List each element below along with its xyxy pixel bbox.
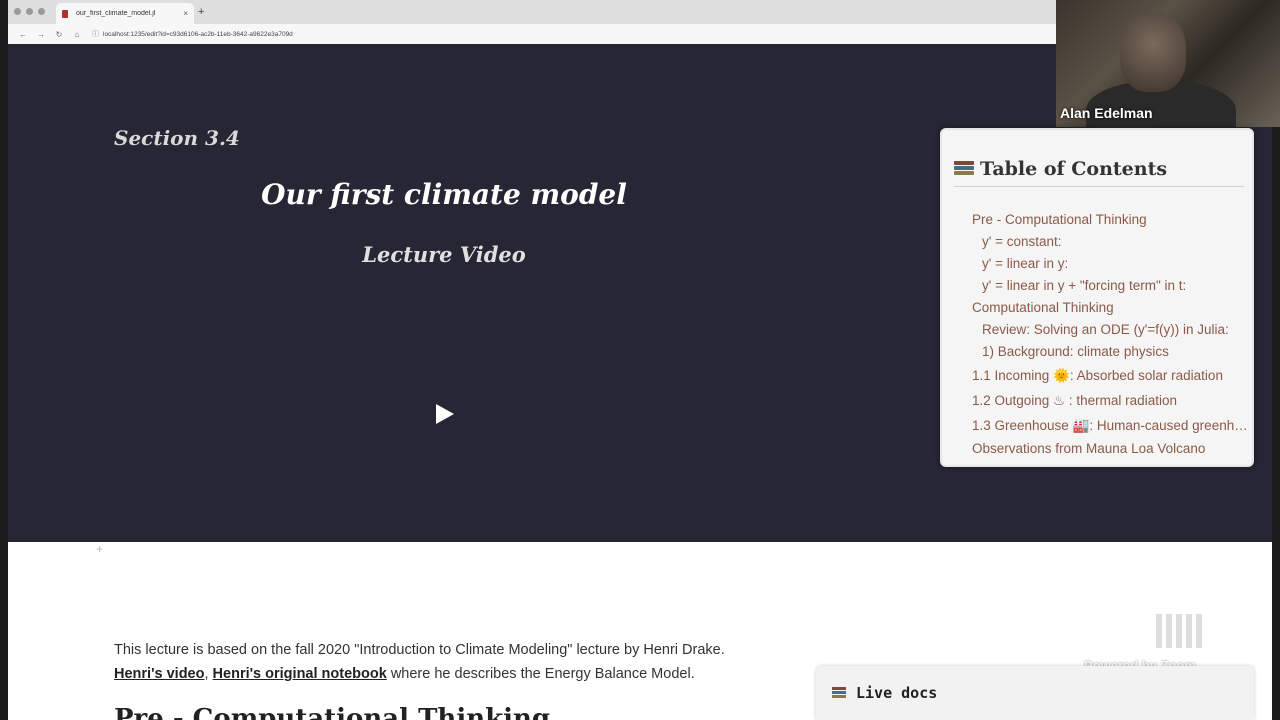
toc-item[interactable]: 1) Background: climate physics	[972, 341, 1248, 363]
toc-list: Pre - Computational Thinking y' = constan…	[972, 209, 1248, 460]
home-icon[interactable]: ⌂	[68, 30, 86, 39]
books-icon	[954, 161, 974, 177]
pluto-favicon-icon	[62, 9, 68, 18]
maximize-window-button[interactable]	[38, 8, 45, 15]
toc-header: Table of Contents	[954, 158, 1244, 187]
link-separator: ,	[204, 666, 213, 682]
toc-item[interactable]: Observations from Mauna Loa Volcano	[972, 438, 1248, 460]
url-text[interactable]: localhost:1235/edit?id=c93d6106-ac2b-11e…	[103, 31, 293, 38]
forward-icon[interactable]: →	[32, 30, 50, 39]
play-icon[interactable]	[436, 404, 454, 424]
link-suffix: where he describes the Energy Balance Mo…	[386, 666, 695, 682]
henri-video-link[interactable]: Henri's video	[114, 666, 204, 682]
mit-logo-icon	[1156, 614, 1202, 648]
participant-name: Alan Edelman	[1060, 105, 1153, 121]
toc-item[interactable]: Review: Solving an ODE (y'=f(y)) in Juli…	[972, 319, 1248, 341]
toc-item[interactable]: Computational Thinking	[972, 297, 1248, 319]
tab-strip: our_first_climate_model.jl × +	[8, 0, 1056, 24]
toc-item[interactable]: 1.1 Incoming 🌞: Absorbed solar radiation	[972, 363, 1248, 388]
toc-item[interactable]: y' = linear in y:	[972, 253, 1248, 275]
henri-notebook-link[interactable]: Henri's original notebook	[213, 666, 387, 682]
webcam-video: Alan Edelman	[1056, 0, 1280, 127]
live-docs-toggle[interactable]: Live docs	[832, 684, 937, 702]
new-tab-button[interactable]: +	[198, 6, 204, 18]
back-icon[interactable]: ←	[14, 30, 32, 39]
window-controls	[14, 8, 45, 15]
toc-item[interactable]: 1.3 Greenhouse 🏭: Human-caused greenhous…	[972, 413, 1248, 438]
presenter-head	[1120, 12, 1186, 92]
section-label: Section 3.4	[114, 126, 240, 150]
info-icon: ⓘ	[92, 31, 99, 38]
table-of-contents: Table of Contents Pre - Computational Th…	[940, 128, 1254, 467]
toc-title: Table of Contents	[980, 158, 1168, 180]
page-subtitle: Lecture Video	[362, 242, 526, 267]
section-heading: Pre - Computational Thinking	[114, 704, 551, 720]
toc-item[interactable]: Pre - Computational Thinking	[972, 209, 1248, 231]
live-docs-panel[interactable]: Live docs	[816, 666, 1254, 720]
toc-item[interactable]: y' = constant:	[972, 231, 1248, 253]
address-bar[interactable]: ⓘ localhost:1235/edit?id=c93d6106-ac2b-1…	[92, 29, 293, 39]
browser-tab[interactable]: our_first_climate_model.jl ×	[56, 3, 194, 24]
live-docs-label: Live docs	[856, 684, 938, 702]
browser-window: our_first_climate_model.jl × + ← → ↻ ⌂ ⓘ…	[8, 0, 1056, 44]
links-paragraph: Henri's video, Henri's original notebook…	[114, 666, 695, 682]
browser-toolbar: ← → ↻ ⌂ ⓘ localhost:1235/edit?id=c93d610…	[8, 24, 1056, 44]
toc-item[interactable]: y' = linear in y + "forcing term" in t:	[972, 275, 1248, 297]
tab-close-icon[interactable]: ×	[183, 9, 188, 18]
reload-icon[interactable]: ↻	[50, 30, 68, 39]
minimize-window-button[interactable]	[26, 8, 33, 15]
add-cell-button[interactable]: +	[96, 542, 103, 556]
toc-item[interactable]: 1.2 Outgoing ♨ : thermal radiation	[972, 388, 1248, 413]
page-title: Our first climate model	[261, 178, 627, 211]
tab-title: our_first_climate_model.jl	[76, 10, 156, 17]
books-icon	[832, 687, 846, 699]
intro-paragraph: This lecture is based on the fall 2020 "…	[114, 642, 725, 658]
close-window-button[interactable]	[14, 8, 21, 15]
